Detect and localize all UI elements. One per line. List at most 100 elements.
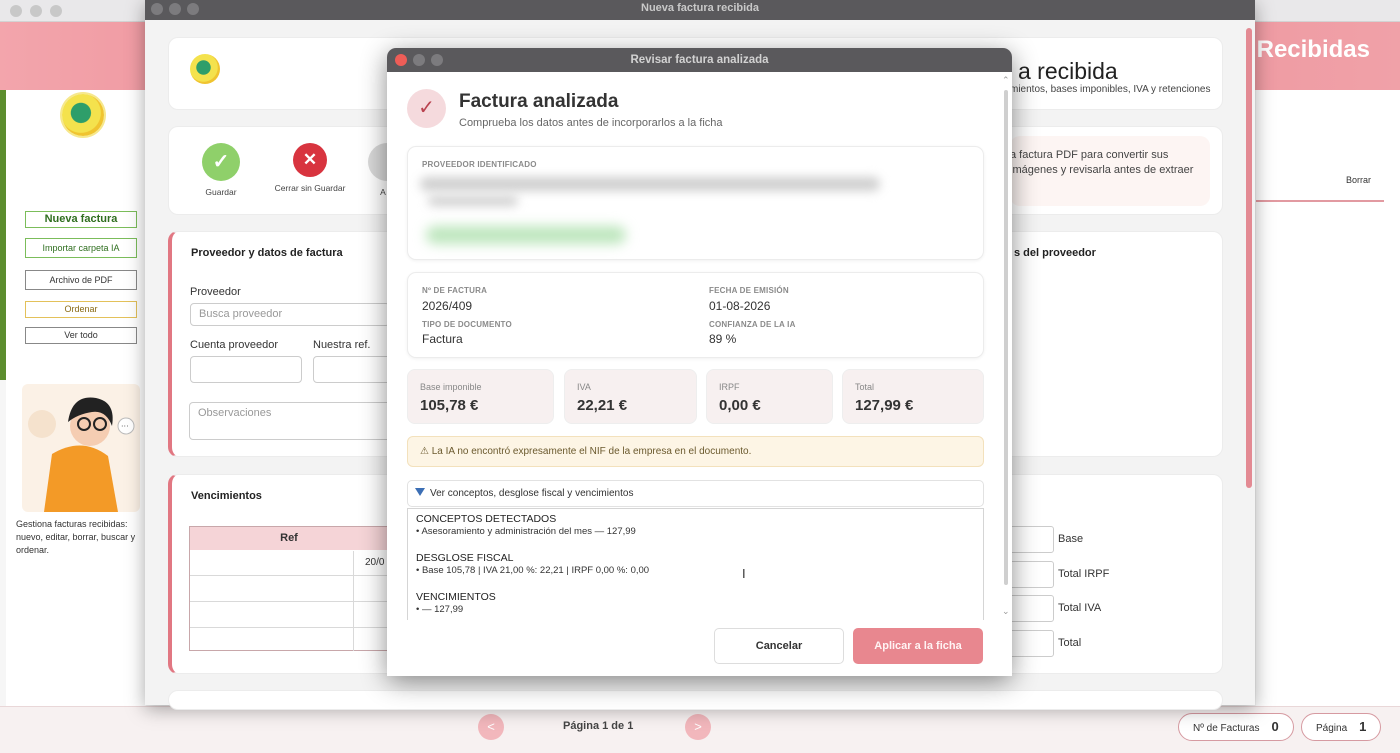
checkmark-icon: ✓ (407, 89, 446, 128)
new-invoice-titlebar: Nueva factura recibida (145, 0, 1255, 20)
redacted-provider-name (420, 177, 880, 191)
scrollbar[interactable] (1246, 28, 1252, 488)
provider-section-title: Proveedor y datos de factura (191, 247, 343, 259)
app-logo-icon (62, 94, 104, 136)
table-header-ref: Ref (190, 527, 388, 550)
invoice-number-value: 2026/409 (422, 299, 473, 313)
confidence-caption: CONFIANZA DE LA IA (709, 320, 796, 329)
app-logo-icon (190, 54, 220, 84)
sort-button[interactable]: Ordenar (25, 301, 137, 318)
iva-total-field[interactable] (1008, 595, 1054, 622)
dialog-scrollbar[interactable] (1004, 90, 1008, 585)
view-all-button[interactable]: Ver todo (25, 327, 137, 344)
irpf-total-field[interactable] (1008, 561, 1054, 588)
zoom-dialog-button[interactable] (431, 54, 443, 66)
concepts-title: CONCEPTOS DETECTADOS (416, 513, 557, 525)
concepts-line: • Asesoramiento y administración del mes… (416, 526, 636, 537)
provider-details-title: s del proveedor (1014, 247, 1096, 259)
banner-title: s Recibidas (1236, 36, 1370, 63)
delete-tab[interactable]: Borrar (1346, 175, 1371, 185)
page-pill-value: 1 (1359, 719, 1367, 734)
close-window-button[interactable] (151, 3, 163, 15)
analysis-title: Factura analizada (459, 91, 619, 112)
confidence-value: 89 % (709, 332, 737, 346)
doc-type-value: Factura (422, 332, 463, 346)
zoom-window-button[interactable] (50, 5, 62, 17)
page-pill-label: Página (1316, 723, 1348, 734)
base-amount-value: 105,78 € (420, 397, 479, 414)
our-ref-input[interactable] (313, 356, 393, 383)
check-icon: ✓ (202, 143, 240, 181)
invoice-number-caption: Nº DE FACTURA (422, 286, 488, 295)
irpf-amount-label: IRPF (719, 382, 740, 392)
svg-text:···: ··· (121, 422, 129, 431)
zoom-window-button[interactable] (187, 3, 199, 15)
provider-label: Proveedor (190, 286, 241, 298)
invoice-count-label: Nº de Facturas (1193, 723, 1260, 734)
provider-caption: PROVEEDOR IDENTIFICADO (422, 160, 537, 169)
irpf-amount-card: IRPF 0,00 € (706, 369, 833, 424)
base-amount-card: Base imponible 105,78 € (407, 369, 554, 424)
close-window-button[interactable] (10, 5, 22, 17)
extra-action-label: A (380, 187, 386, 197)
analysis-subtitle: Comprueba los datos antes de incorporarl… (459, 117, 723, 129)
dialog-title: Revisar factura analizada (630, 54, 769, 66)
minimize-window-button[interactable] (169, 3, 181, 15)
page-indicator: Página 1 de 1 (563, 720, 634, 732)
redacted-provider-badge (426, 226, 626, 244)
dialog-titlebar: Revisar factura analizada (387, 48, 1012, 72)
account-input[interactable] (190, 356, 302, 383)
total-amount-value: 127,99 € (855, 397, 914, 414)
iva-total-label: Total IVA (1058, 602, 1102, 614)
close-without-save-label: Cerrar sin Guardar (274, 183, 346, 193)
pdf-file-button[interactable]: Archivo de PDF (25, 270, 137, 290)
scroll-down-icon[interactable]: ⌄ (1002, 606, 1010, 617)
table-cell: 20/0 (365, 557, 385, 568)
due-dates-detail-line: • — 127,99 (416, 604, 464, 615)
save-label: Guardar (205, 187, 237, 197)
cancel-button[interactable]: Cancelar (714, 628, 844, 664)
save-button[interactable]: ✓ Guardar (196, 143, 246, 197)
window-title: Nueva factura recibida (641, 2, 759, 14)
notes-input[interactable]: Observaciones (189, 402, 393, 440)
pdf-info-text: a factura PDF para convertir sus imágene… (1010, 149, 1194, 176)
notes-placeholder: Observaciones (198, 407, 272, 419)
provider-placeholder: Busca proveedor (199, 308, 283, 320)
page-pill: Página 1 (1301, 713, 1382, 741)
close-dialog-button[interactable] (395, 54, 407, 66)
scroll-up-icon[interactable]: ⌃ (1002, 75, 1010, 86)
invoice-count-value: 0 (1271, 719, 1279, 734)
minimize-window-button[interactable] (30, 5, 42, 17)
close-without-save-button[interactable]: ✕ Cerrar sin Guardar (272, 143, 348, 193)
tax-breakdown-title: DESGLOSE FISCAL (416, 552, 514, 564)
prev-page-button[interactable]: < (478, 714, 504, 740)
new-invoice-button[interactable]: Nueva factura (25, 211, 137, 228)
import-ai-folder-button[interactable]: Importar carpeta IA (25, 238, 137, 258)
our-ref-label: Nuestra ref. (313, 339, 371, 351)
assistant-illustration: ··· (22, 384, 140, 512)
sidebar-description: Gestiona facturas recibidas: nuevo, edit… (16, 519, 136, 555)
grand-total-label: Total (1058, 637, 1082, 649)
page-title: a recibida (1018, 58, 1118, 84)
details-disclosure[interactable]: Ver conceptos, desglose fiscal y vencimi… (407, 480, 984, 507)
tax-breakdown-line: • Base 105,78 | IVA 21,00 %: 22,21 | IRP… (416, 565, 650, 576)
table-row (190, 575, 388, 576)
issue-date-caption: FECHA DE EMISIÓN (709, 286, 789, 295)
apply-to-record-button[interactable]: Aplicar a la ficha (853, 628, 983, 664)
total-amount-card: Total 127,99 € (842, 369, 984, 424)
irpf-total-label: Total IRPF (1058, 568, 1110, 580)
grand-total-field[interactable] (1008, 630, 1054, 657)
minimize-dialog-button[interactable] (413, 54, 425, 66)
invoice-count-pill: Nº de Facturas 0 (1178, 713, 1294, 741)
table-row (190, 627, 388, 628)
iva-amount-label: IVA (577, 382, 591, 392)
base-total-field[interactable] (1008, 526, 1054, 553)
due-dates-detail-title: VENCIMIENTOS (416, 591, 496, 603)
table-divider (353, 551, 354, 651)
invoice-fields-card (407, 272, 984, 358)
next-page-button[interactable]: > (685, 714, 711, 740)
disclosure-triangle-icon[interactable] (415, 488, 425, 496)
provider-search-input[interactable]: Busca proveedor (190, 303, 390, 326)
iva-amount-value: 22,21 € (577, 397, 628, 414)
table-row (190, 601, 388, 602)
